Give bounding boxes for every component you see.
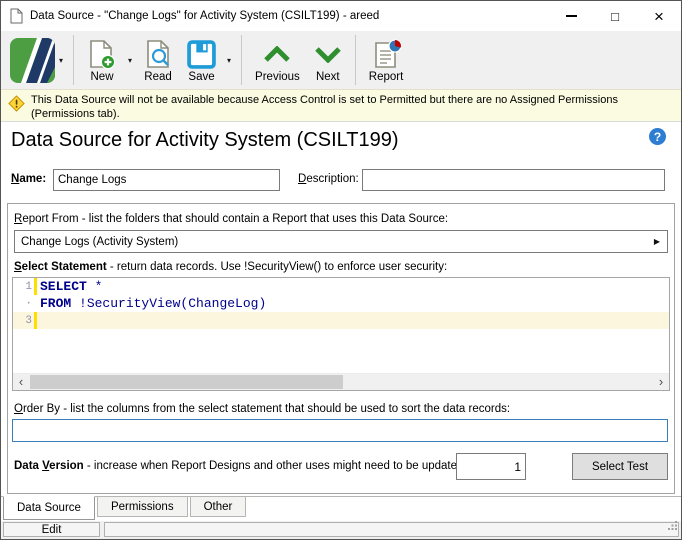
toolbar-separator (73, 35, 75, 85)
scroll-right-arrow-icon[interactable]: › (653, 374, 669, 390)
save-button-label: Save (188, 71, 215, 83)
combo-expand-arrow-icon[interactable]: ▶ (654, 237, 660, 246)
tab-permissions[interactable]: Permissions (96, 497, 188, 517)
warning-text: This Data Source will not be available b… (31, 94, 618, 121)
sql-code: !SecurityView(ChangeLog) (71, 296, 267, 311)
order-by-input[interactable] (12, 419, 668, 442)
sql-editor[interactable]: 1 SELECT * · FROM !SecurityView(ChangeLo… (12, 277, 670, 391)
close-button[interactable]: × (637, 1, 681, 31)
logo-dropdown-arrow-icon[interactable]: ▾ (55, 56, 67, 65)
horizontal-scrollbar[interactable]: ‹ › (13, 373, 669, 390)
data-version-label: Data Version - increase when Report Desi… (14, 460, 467, 472)
save-button[interactable]: Save (180, 35, 223, 85)
scrollbar-thumb[interactable] (30, 375, 343, 389)
line-number: · (25, 297, 32, 310)
form-area: Name: Description: Report From - list th… (1, 159, 681, 496)
name-label: Name: (11, 173, 47, 185)
data-version-input[interactable] (456, 453, 526, 480)
previous-button[interactable]: Previous (248, 35, 307, 85)
save-dropdown-arrow-icon[interactable]: ▾ (223, 56, 235, 65)
tab-strip: Data Source Permissions Other (1, 496, 681, 521)
toolbar-separator (354, 35, 356, 85)
read-button-label: Read (144, 71, 172, 83)
new-button-label: New (90, 71, 114, 83)
chevron-up-icon (263, 38, 291, 70)
next-button-label: Next (315, 71, 340, 83)
warning-banner: This Data Source will not be available b… (1, 89, 681, 122)
report-from-combo[interactable]: Change Logs (Activity System) ▶ (14, 230, 668, 253)
name-input[interactable] (53, 169, 280, 191)
next-button[interactable]: Next (307, 35, 349, 85)
page-title: Data Source for Activity System (CSILT19… (11, 129, 399, 151)
sql-line-current[interactable]: 3 (13, 312, 669, 329)
report-button[interactable]: Report (362, 35, 411, 85)
chevron-down-icon (314, 38, 342, 70)
document-icon (10, 8, 23, 24)
sql-code: * (86, 279, 103, 294)
order-by-label: Order By - list the columns from the sel… (14, 403, 511, 415)
data-source-dialog: Data Source - "Change Logs" for Activity… (0, 0, 682, 540)
line-number: 3 (25, 314, 32, 327)
minimize-button[interactable] (549, 1, 593, 31)
warning-diamond-icon (8, 95, 25, 116)
toolbar-separator (241, 35, 243, 85)
new-dropdown-arrow-icon[interactable]: ▾ (124, 56, 136, 65)
tab-data-source[interactable]: Data Source (3, 496, 95, 520)
minimize-icon (565, 15, 577, 17)
window-controls: □ × (549, 1, 681, 31)
scroll-left-arrow-icon[interactable]: ‹ (13, 374, 29, 390)
select-test-button[interactable]: Select Test (572, 453, 668, 480)
status-bar: Edit (1, 521, 681, 539)
sql-line[interactable]: 1 SELECT * (13, 278, 669, 295)
new-button[interactable]: New (80, 35, 124, 85)
app-logo-icon[interactable] (10, 37, 55, 83)
page-header: Data Source for Activity System (CSILT19… (1, 122, 681, 159)
new-page-plus-icon (87, 38, 117, 70)
caret-marker (34, 312, 37, 329)
read-button[interactable]: Read (136, 35, 180, 85)
read-page-magnifier-icon (143, 38, 173, 70)
window-title: Data Source - "Change Logs" for Activity… (30, 10, 380, 22)
help-icon[interactable]: ? (649, 128, 666, 145)
sql-keyword: SELECT (40, 279, 87, 294)
resize-grip[interactable] (668, 517, 677, 535)
description-input[interactable] (362, 169, 665, 191)
report-from-value: Change Logs (Activity System) (21, 235, 179, 248)
maximize-button[interactable]: □ (593, 1, 637, 31)
edit-mode-panel: Edit (3, 522, 100, 537)
report-button-label: Report (368, 71, 404, 83)
select-statement-label: Select Statement - return data records. … (14, 261, 448, 273)
save-floppy-icon (187, 38, 216, 70)
sql-keyword: FROM (40, 296, 72, 311)
toolbar: ▾ New ▾ Read Save ▾ Previous Next Report (1, 31, 681, 89)
tab-other[interactable]: Other (189, 497, 247, 517)
report-from-label: Report From - list the folders that shou… (14, 213, 449, 225)
previous-button-label: Previous (255, 71, 300, 83)
data-source-groupbox: Report From - list the folders that shou… (7, 203, 675, 494)
line-number: 1 (25, 280, 32, 293)
sql-line[interactable]: · FROM !SecurityView(ChangeLog) (13, 295, 669, 312)
status-panel (104, 522, 679, 537)
report-page-pie-icon (371, 38, 402, 70)
description-label: Description: (298, 173, 359, 185)
titlebar: Data Source - "Change Logs" for Activity… (1, 1, 681, 31)
